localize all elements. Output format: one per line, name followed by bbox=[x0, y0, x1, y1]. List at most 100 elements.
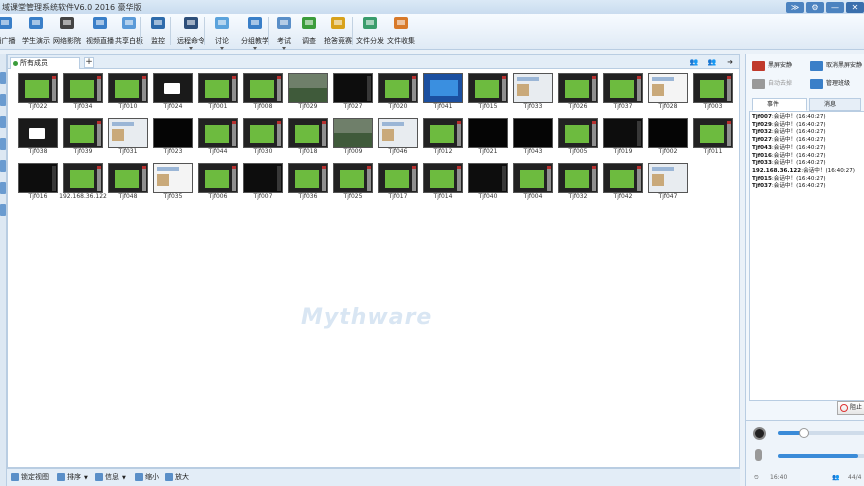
toolbar-file-collect-button[interactable]: 文件收集 bbox=[386, 14, 416, 50]
dropdown-caret-icon[interactable] bbox=[282, 47, 286, 50]
slider-knob[interactable] bbox=[799, 428, 810, 438]
toolbar-discussion-button[interactable]: 讨论 bbox=[210, 14, 234, 50]
toolbar-group-teaching-button[interactable]: 分组教学 bbox=[238, 14, 272, 50]
student-thumbnail[interactable]: Tjf033 bbox=[513, 73, 553, 111]
student-thumbnail[interactable]: Tjf009 bbox=[333, 118, 373, 156]
student-thumbnail[interactable]: Tjf040 bbox=[468, 163, 508, 201]
statusbar-sort-button[interactable]: 排序 ▼ bbox=[57, 472, 88, 482]
settings-icon[interactable]: ⚙ bbox=[806, 2, 824, 13]
toolbar-file-send-button[interactable]: 文件分发 bbox=[356, 14, 384, 50]
mic-volume-slider[interactable] bbox=[778, 454, 864, 458]
student-thumbnail[interactable]: Tjf002 bbox=[648, 118, 688, 156]
student-thumbnail[interactable]: Tjf015 bbox=[468, 73, 508, 111]
statusbar-zoom-in-button[interactable]: 放大 bbox=[165, 472, 189, 482]
minimize-button[interactable]: — bbox=[826, 2, 844, 13]
student-thumbnail[interactable]: Tjf022 bbox=[18, 73, 58, 111]
student-thumbnail[interactable]: Tjf021 bbox=[468, 118, 508, 156]
tool-side-icon[interactable] bbox=[0, 204, 6, 216]
statusbar-zoom-out-button[interactable]: 缩小 bbox=[135, 472, 159, 482]
student-thumbnail[interactable]: Tjf018 bbox=[288, 118, 328, 156]
dropdown-caret-icon[interactable] bbox=[189, 47, 193, 50]
close-button[interactable]: ✕ bbox=[846, 2, 864, 13]
student-thumbnail[interactable]: Tjf031 bbox=[108, 118, 148, 156]
view-mode-icon[interactable] bbox=[0, 94, 6, 106]
info-side-icon[interactable] bbox=[0, 138, 6, 150]
auto-remove-button[interactable]: 自动去掉 bbox=[750, 76, 792, 92]
add-tab-button[interactable]: + bbox=[84, 57, 94, 68]
student-thumbnail[interactable]: Tjf039 bbox=[63, 118, 103, 156]
tab-messages[interactable]: 消息 bbox=[809, 98, 861, 111]
group-users-icon[interactable]: 👥 bbox=[688, 58, 700, 66]
toolbar-monitor-person-button[interactable]: 监控 bbox=[146, 14, 170, 50]
dropdown-caret-icon[interactable] bbox=[220, 47, 224, 50]
student-thumbnail[interactable]: Tjf044 bbox=[198, 118, 238, 156]
event-source: Tjf032 bbox=[752, 129, 772, 136]
student-thumbnail[interactable]: Tjf016 bbox=[18, 163, 58, 201]
tab-events[interactable]: 事件 bbox=[752, 98, 807, 111]
student-thumbnail[interactable]: 192.168.36.122 bbox=[59, 163, 107, 201]
student-thumbnail[interactable]: Tjf006 bbox=[198, 163, 238, 201]
black-screen-button[interactable]: 黑屏安静 bbox=[750, 58, 792, 74]
student-thumbnail[interactable]: Tjf004 bbox=[513, 163, 553, 201]
student-thumbnail[interactable]: Tjf042 bbox=[603, 163, 643, 201]
toolbar-exam-button[interactable]: 考试 bbox=[272, 14, 296, 50]
student-thumbnail[interactable]: Tjf038 bbox=[18, 118, 58, 156]
toolbar-survey-button[interactable]: 调查 bbox=[298, 14, 320, 50]
stop-button[interactable]: 阻止 bbox=[837, 401, 864, 415]
student-thumbnail[interactable]: Tjf008 bbox=[243, 73, 283, 111]
user-side-icon[interactable] bbox=[0, 160, 6, 172]
toolbar-quiz-star-button[interactable]: 抢答竞赛 bbox=[322, 14, 354, 50]
student-thumbnail[interactable]: Tjf030 bbox=[243, 118, 283, 156]
group-users-alt-icon[interactable]: 👥 bbox=[706, 58, 718, 66]
student-thumbnail[interactable]: Tjf019 bbox=[603, 118, 643, 156]
manage-class-button[interactable]: 管理班级 bbox=[808, 76, 850, 92]
toolbar-broadcast-button[interactable]: 播广播 bbox=[0, 14, 18, 50]
student-thumbnail[interactable]: Tjf046 bbox=[378, 118, 418, 156]
student-thumbnail[interactable]: Tjf043 bbox=[513, 118, 553, 156]
toolbar-student-demo-button[interactable]: 学生演示 bbox=[20, 14, 52, 50]
student-thumbnail[interactable]: Tjf034 bbox=[63, 73, 103, 111]
student-thumbnail[interactable]: Tjf024 bbox=[153, 73, 193, 111]
student-thumbnail[interactable]: Tjf032 bbox=[558, 163, 598, 201]
student-thumbnail[interactable]: Tjf028 bbox=[648, 73, 688, 111]
toolbar-remote-command-button[interactable]: 远程命令 bbox=[174, 14, 208, 50]
tab-all-members[interactable]: 所有成员 bbox=[10, 57, 80, 69]
group-icon[interactable] bbox=[0, 116, 6, 128]
toolbar-video-live-button[interactable]: 视频直播 bbox=[84, 14, 116, 50]
student-thumbnail[interactable]: Tjf025 bbox=[333, 163, 373, 201]
student-thumbnail[interactable]: Tjf014 bbox=[423, 163, 463, 201]
star-side-icon[interactable] bbox=[0, 182, 6, 194]
student-thumbnail[interactable]: Tjf037 bbox=[603, 73, 643, 111]
student-thumbnail[interactable]: Tjf027 bbox=[333, 73, 373, 111]
student-thumbnail[interactable]: Tjf036 bbox=[288, 163, 328, 201]
dropdown-caret-icon[interactable] bbox=[253, 47, 257, 50]
statusbar-info-button[interactable]: 信息 ▼ bbox=[95, 472, 126, 482]
speaker-volume-slider[interactable] bbox=[778, 428, 864, 438]
student-thumbnail[interactable]: Tjf048 bbox=[108, 163, 148, 201]
student-thumbnail[interactable]: Tjf026 bbox=[558, 73, 598, 111]
statusbar-lock-view-button[interactable]: 锁定视图 bbox=[11, 472, 49, 482]
student-thumbnail[interactable]: Tjf007 bbox=[243, 163, 283, 201]
cancel-black-screen-button[interactable]: 取消黑屏安静 bbox=[808, 58, 862, 74]
toolbar-film-reel-button[interactable]: 网络影院 bbox=[52, 14, 82, 50]
student-thumbnail[interactable]: Tjf035 bbox=[153, 163, 193, 201]
student-thumbnail[interactable]: Tjf011 bbox=[693, 118, 733, 156]
toolbar-label: 分组教学 bbox=[241, 37, 269, 45]
student-thumbnail[interactable]: Tjf001 bbox=[198, 73, 238, 111]
student-thumbnail[interactable]: Tjf012 bbox=[423, 118, 463, 156]
student-thumbnail[interactable]: Tjf020 bbox=[378, 73, 418, 111]
student-thumbnail[interactable]: Tjf017 bbox=[378, 163, 418, 201]
student-thumbnail[interactable]: Tjf023 bbox=[153, 118, 193, 156]
expand-icon[interactable]: ≫ bbox=[786, 2, 804, 13]
student-thumbnail[interactable]: Tjf029 bbox=[288, 73, 328, 111]
student-thumbnail[interactable]: Tjf010 bbox=[108, 73, 148, 111]
arrow-right-icon[interactable]: ➜ bbox=[724, 58, 736, 66]
student-thumbnail[interactable]: Tjf047 bbox=[648, 163, 688, 201]
list-view-icon[interactable] bbox=[0, 72, 6, 84]
dropdown-caret-icon[interactable]: ▼ bbox=[122, 475, 126, 481]
student-screen-preview bbox=[378, 118, 418, 148]
student-thumbnail[interactable]: Tjf003 bbox=[693, 73, 733, 111]
dropdown-caret-icon[interactable]: ▼ bbox=[84, 475, 88, 481]
student-thumbnail[interactable]: Tjf005 bbox=[558, 118, 598, 156]
student-thumbnail[interactable]: Tjf041 bbox=[423, 73, 463, 111]
